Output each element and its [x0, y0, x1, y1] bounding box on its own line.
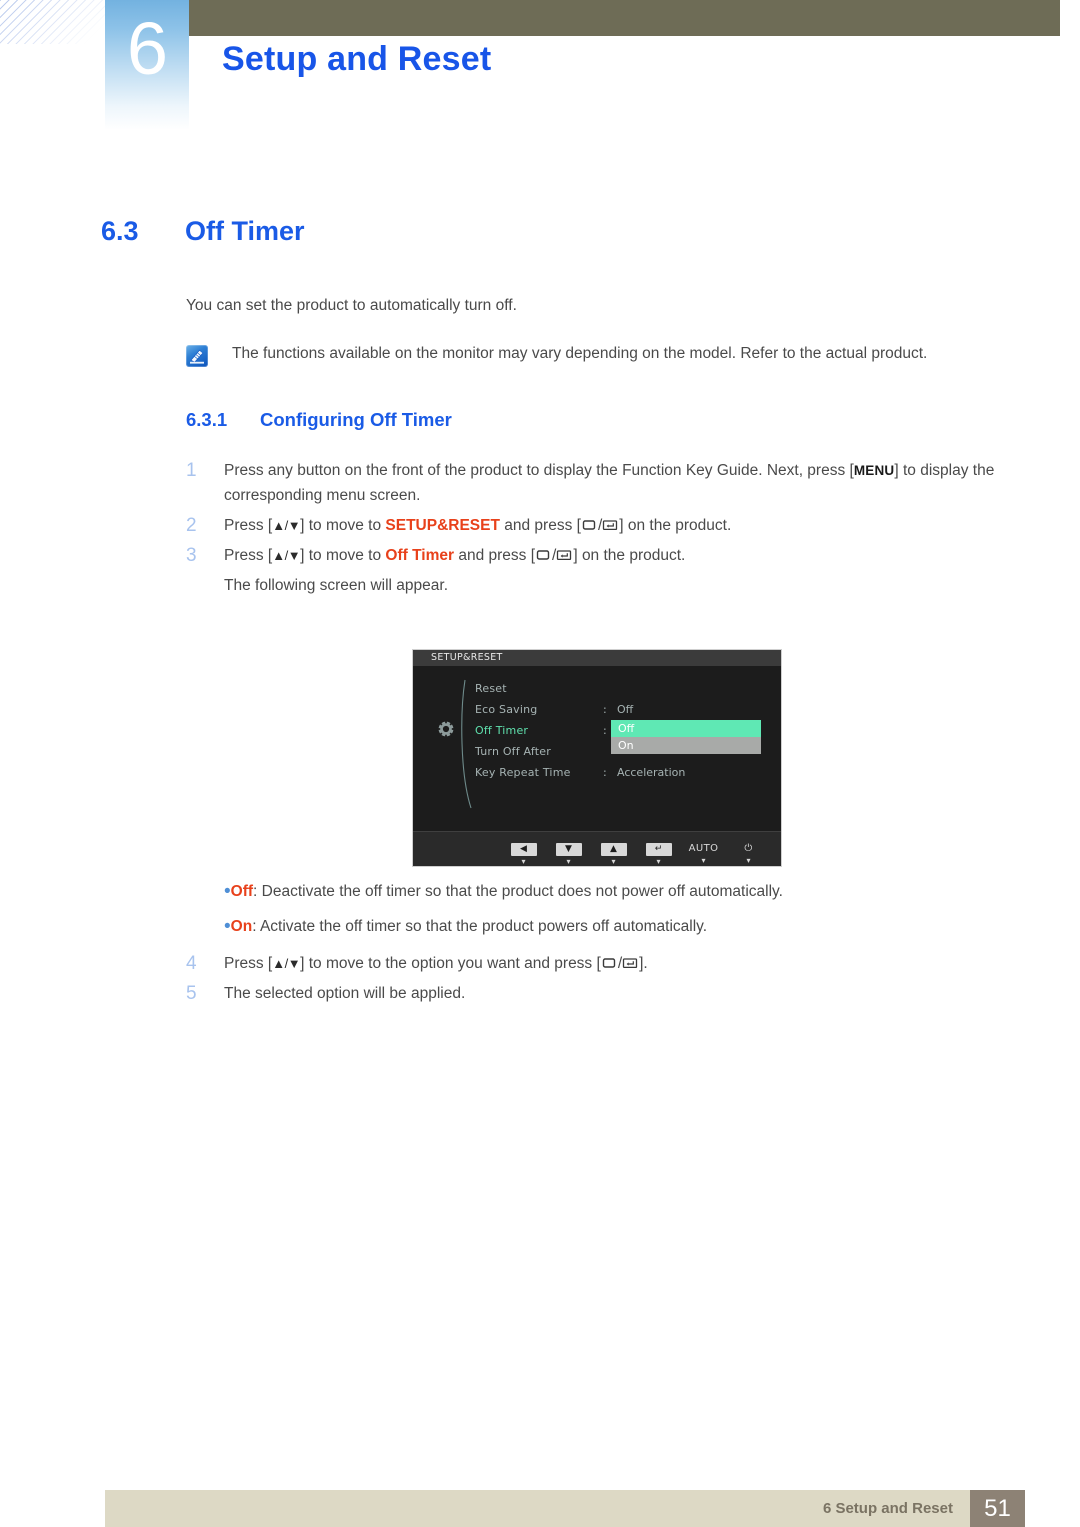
up-arrow-button[interactable]: ▲ ▾: [591, 836, 636, 866]
step-item: 1 Press any button on the front of the pr…: [186, 458, 1016, 508]
enter-icon: [622, 957, 639, 970]
osd-button-caret-icon: ▾: [611, 857, 616, 866]
updown-arrow-icon: ▲/▼: [272, 956, 301, 971]
subsection-heading: 6.3.1 Configuring Off Timer: [186, 409, 452, 431]
page-footer: 6 Setup and Reset 51: [105, 1490, 1025, 1527]
chapter-number-block: 6: [105, 0, 189, 130]
bullet-dot-icon: •: [224, 881, 231, 902]
osd-row-label: Off Timer: [475, 724, 529, 737]
enter-button[interactable]: ↵ ▾: [636, 836, 681, 866]
osd-row-label: Turn Off After: [475, 745, 551, 758]
step-number: 2: [186, 515, 197, 536]
box-icon: [601, 957, 618, 970]
list-item: • Off: Deactivate the off timer so that t…: [186, 880, 1016, 903]
updown-arrow-icon: ▲/▼: [272, 518, 301, 533]
updown-arrow-icon: ▲/▼: [272, 548, 301, 563]
step-number: 4: [186, 953, 197, 974]
bullet-text: Off: Deactivate the off timer so that th…: [230, 883, 783, 900]
step-item: 2 Press [▲/▼] to move to SETUP&RESET and …: [186, 513, 1016, 538]
step-number: 5: [186, 983, 197, 1004]
osd-button-caret-icon: ▾: [746, 856, 751, 865]
down-arrow-button[interactable]: ▼ ▾: [546, 836, 591, 866]
auto-button[interactable]: AUTO ▾: [681, 836, 726, 865]
footer-chapter-label: 6 Setup and Reset: [822, 1500, 953, 1517]
following-screen-note: The following screen will appear.: [224, 577, 449, 594]
list-item: • On: Activate the off timer so that the …: [186, 915, 1016, 938]
osd-row-value: Acceleration: [617, 766, 686, 779]
chapter-title: Setup and Reset: [222, 40, 492, 78]
note-callout: The functions available on the monitor m…: [186, 344, 1016, 367]
bullet-text: On: Activate the off timer so that the p…: [230, 918, 708, 935]
footer-page-number: 51: [970, 1490, 1025, 1527]
step-text: Press [▲/▼] to move to Off Timer and pre…: [224, 547, 686, 564]
note-text: The functions available on the monitor m…: [232, 345, 928, 362]
osd-menu-screenshot: SETUP&RESET Reset Eco Saving: Off Off Timer…: [412, 649, 782, 867]
inline-keyword: SETUP&RESET: [385, 517, 500, 534]
bullet-dot-icon: •: [224, 916, 231, 937]
menu-key-label: MENU: [853, 463, 895, 478]
subsection-title: Configuring Off Timer: [260, 409, 452, 430]
osd-title: SETUP&RESET: [413, 650, 781, 666]
step-text: Press [▲/▼] to move to SETUP&RESET and p…: [224, 517, 732, 534]
step-number: 3: [186, 545, 197, 566]
box-icon: [535, 549, 552, 562]
gear-icon: [435, 718, 457, 740]
osd-row-colon: :: [603, 703, 607, 716]
step-number: 1: [186, 460, 197, 481]
header-olive-bar: [188, 0, 1060, 36]
bullet-keyword: On: [230, 918, 253, 935]
enter-icon: [556, 549, 573, 562]
section-number: 6.3: [101, 216, 139, 246]
osd-row-label: Key Repeat Time: [475, 766, 571, 779]
osd-button-caret-icon: ▾: [566, 857, 571, 866]
osd-button-caret-icon: ▾: [521, 857, 526, 866]
power-button[interactable]: ⏻ ▾: [726, 836, 771, 865]
steps-list: 1 Press any button on the front of the pr…: [186, 458, 1016, 598]
step-text: Press any button on the front of the pro…: [224, 462, 995, 504]
bullet-list: • Off: Deactivate the off timer so that t…: [186, 880, 1016, 950]
chapter-number: 6: [126, 7, 168, 90]
osd-dropdown-option[interactable]: On: [611, 737, 761, 754]
bullet-keyword: Off: [230, 883, 254, 900]
osd-menu-row[interactable]: Key Repeat Time: Acceleration: [475, 762, 775, 783]
osd-row-colon: :: [603, 766, 607, 779]
step-item: 3 Press [▲/▼] to move to Off Timer and pr…: [186, 543, 1016, 568]
enter-icon: [602, 519, 619, 532]
intro-paragraph: You can set the product to automatically…: [186, 297, 517, 314]
osd-menu-row[interactable]: Eco Saving: Off: [475, 699, 775, 720]
note-pencil-icon: [186, 345, 208, 367]
section-title: Off Timer: [185, 216, 305, 246]
osd-menu-row[interactable]: Reset: [475, 678, 775, 699]
section-heading: 6.3 Off Timer: [101, 216, 305, 247]
page-header: 6 Setup and Reset: [0, 0, 1080, 132]
down-arrow-button-glyph: ▼: [555, 843, 582, 856]
subsection-number: 6.3.1: [186, 409, 228, 430]
power-button-glyph: ⏻: [744, 843, 753, 854]
osd-button-caret-icon: ▾: [701, 856, 706, 865]
auto-button-glyph: AUTO: [688, 843, 719, 854]
up-arrow-button-glyph: ▲: [600, 843, 627, 856]
left-arrow-button-glyph: ◀: [510, 843, 537, 856]
osd-button-bar: ◀ ▾ ▼ ▾ ▲ ▾ ↵ ▾ AUTO ▾ ⏻ ▾: [413, 831, 781, 866]
steps-list-continued: 4 Press [▲/▼] to move to the option you w…: [186, 951, 1016, 1011]
step-text: Press [▲/▼] to move to the option you wa…: [224, 955, 648, 972]
osd-row-label: Reset: [475, 682, 507, 695]
osd-row-label: Eco Saving: [475, 703, 538, 716]
box-icon: [581, 519, 598, 532]
osd-dropdown[interactable]: Off On: [611, 720, 761, 754]
left-arrow-button[interactable]: ◀ ▾: [501, 836, 546, 866]
osd-row-value: Off: [617, 703, 634, 716]
inline-keyword: Off Timer: [385, 547, 455, 564]
step-item: 5 The selected option will be applied.: [186, 981, 1016, 1006]
enter-button-glyph: ↵: [645, 843, 672, 856]
hatch-decoration: [0, 0, 110, 44]
osd-button-caret-icon: ▾: [656, 857, 661, 866]
step-item: 4 Press [▲/▼] to move to the option you w…: [186, 951, 1016, 976]
osd-dropdown-option[interactable]: Off: [611, 720, 761, 737]
step-text: The selected option will be applied.: [224, 985, 466, 1002]
